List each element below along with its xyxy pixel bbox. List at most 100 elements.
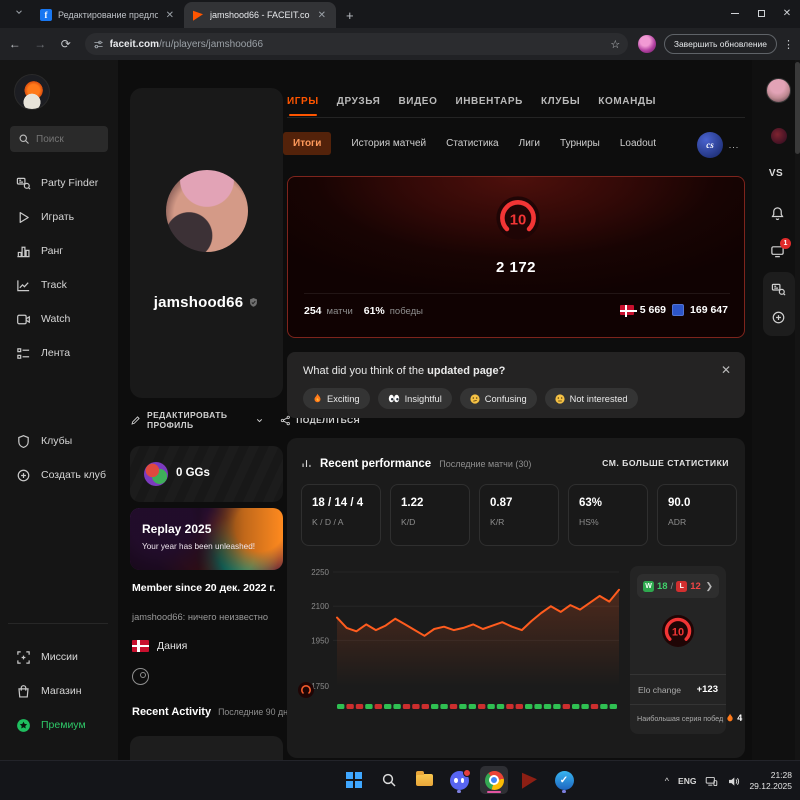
tab-игры[interactable]: ИГРЫ <box>287 96 319 116</box>
svg-text:1950: 1950 <box>311 636 329 645</box>
browser-tab[interactable]: fРедактирование предложени✕ <box>32 2 184 28</box>
stat-card-hs%: 63%HS% <box>568 484 648 546</box>
sidebar-item-watch[interactable]: Watch <box>0 302 118 336</box>
flame-icon <box>726 713 734 723</box>
recent-activity-card <box>130 736 283 760</box>
party-finder-icon[interactable] <box>771 282 786 297</box>
feedback-banner: What did you think of the updated page? … <box>287 352 745 418</box>
sidebar-item-магазин[interactable]: Магазин <box>0 674 118 708</box>
page-scrollbar[interactable] <box>795 60 800 760</box>
bookmark-star-icon[interactable]: ☆ <box>610 38 620 51</box>
back-button[interactable]: ← <box>4 33 26 55</box>
subtab-loadout[interactable]: Loadout <box>620 138 656 149</box>
hidden-icons-chevron[interactable]: ^ <box>665 776 669 786</box>
reload-button[interactable]: ⟳ <box>55 33 77 55</box>
tab-видео[interactable]: ВИДЕО <box>398 96 437 116</box>
matches-label: матчи <box>327 306 353 317</box>
forward-button[interactable]: → <box>30 33 52 55</box>
maximize-button[interactable] <box>748 0 774 26</box>
search-input[interactable] <box>36 134 96 145</box>
see-more-stats-link[interactable]: СМ. БОЛЬШЕ СТАТИСТИКИ <box>602 458 729 468</box>
feedback-options: Exciting Insightful Confusing Not intereste… <box>303 388 638 409</box>
elo-divider <box>304 293 730 294</box>
chrome-update-button[interactable]: Завершить обновление <box>664 34 777 54</box>
minimize-button[interactable] <box>722 0 748 26</box>
browser-tab[interactable]: jamshood66 - FACEIT.com✕ <box>184 2 336 28</box>
add-party-icon[interactable] <box>771 310 786 325</box>
elo-meta-left: 254 матчи 61% победы <box>304 305 423 317</box>
steam-icon[interactable] <box>132 668 149 685</box>
sidebar-item-играть[interactable]: Играть <box>0 200 118 234</box>
tab-инвентарь[interactable]: ИНВЕНТАРЬ <box>455 96 522 116</box>
win-loss-box[interactable]: W 18 / L 12 ❯ <box>637 574 719 598</box>
vs-label[interactable]: VS <box>752 168 800 179</box>
scrollbar-thumb[interactable] <box>795 62 800 154</box>
clock[interactable]: 21:28 29.12.2025 <box>749 770 792 793</box>
language-indicator[interactable]: ENG <box>678 776 696 786</box>
cs2-game-icon[interactable]: cs <box>697 132 723 158</box>
replay-2025-banner[interactable]: Replay 2025 Your year has been unleashed… <box>130 508 283 570</box>
right-rail: VS 1 <box>752 60 800 760</box>
sidebar-item-лента[interactable]: Лента <box>0 336 118 370</box>
sidebar-group-clubs: КлубыСоздать клуб <box>0 424 118 492</box>
ggs-card[interactable]: 0 GGs <box>130 446 283 502</box>
rail-user-avatar[interactable] <box>766 78 791 103</box>
file-explorer-icon[interactable] <box>410 766 438 794</box>
bell-icon[interactable] <box>770 206 785 221</box>
sidebar-item-клубы[interactable]: Клубы <box>0 424 118 458</box>
more-games-button[interactable]: ... <box>726 138 742 152</box>
tab-search-chevron-icon[interactable] <box>14 7 24 17</box>
tab-команды[interactable]: КОМАНДЫ <box>598 96 656 116</box>
rail-club-icon[interactable] <box>771 128 787 144</box>
tab-друзья[interactable]: ДРУЗЬЯ <box>337 96 381 116</box>
sidebar-item-ранг[interactable]: Ранг <box>0 234 118 268</box>
performance-header: Recent performance Последние матчи (30) <box>301 456 531 470</box>
windows-taskbar: ✓ ^ ENG 21:28 29.12.2025 <box>0 760 800 800</box>
steam-icon[interactable]: ✓ <box>550 766 578 794</box>
taskbar-icons: ✓ <box>340 766 578 794</box>
sidebar-item-создать-клуб[interactable]: Создать клуб <box>0 458 118 492</box>
feedback-close-icon[interactable]: ✕ <box>721 363 731 377</box>
elo-meta-right: 5 669 169 647 <box>620 304 728 316</box>
elo-panel: 10 2 172 254 матчи 61% победы 5 669 169 … <box>287 176 745 338</box>
sidebar-group-main: Party FinderИгратьРангTrackWatchЛента <box>0 166 118 370</box>
chrome-icon[interactable] <box>480 766 508 794</box>
new-tab-button[interactable]: + <box>346 6 354 23</box>
browser-menu-icon[interactable]: ⋮ <box>783 38 794 51</box>
profile-badge-icon <box>248 297 259 308</box>
network-icon[interactable] <box>705 775 718 788</box>
subtab-турниры[interactable]: Турниры <box>560 138 600 149</box>
sidebar-item-party-finder[interactable]: Party Finder <box>0 166 118 200</box>
watch-icon <box>16 312 31 327</box>
discord-icon[interactable] <box>445 766 473 794</box>
sidebar-item-track[interactable]: Track <box>0 268 118 302</box>
tab-close-icon[interactable]: ✕ <box>316 10 328 21</box>
create-club-icon <box>16 468 31 483</box>
subtab-лиги[interactable]: Лиги <box>519 138 540 149</box>
feedback-option-not-interested[interactable]: Not interested <box>545 388 638 409</box>
tab-close-icon[interactable]: ✕ <box>164 10 176 21</box>
edit-profile-button[interactable]: РЕДАКТИРОВАТЬ ПРОФИЛЬ <box>130 410 264 430</box>
subtab-итоги[interactable]: Итоги <box>283 132 331 155</box>
subtab-статистика[interactable]: Статистика <box>446 138 499 149</box>
close-button[interactable]: ✕ <box>774 0 800 26</box>
feedback-option-insightful[interactable]: Insightful <box>378 388 452 409</box>
sidebar-item-миссии[interactable]: Миссии <box>0 640 118 674</box>
tab-клубы[interactable]: КЛУБЫ <box>541 96 580 116</box>
taskbar-search-icon[interactable] <box>375 766 403 794</box>
stat-card-adr: 90.0ADR <box>657 484 737 546</box>
sidebar-search[interactable] <box>10 126 108 152</box>
sidebar-divider <box>8 623 108 624</box>
sidebar-item-премиум[interactable]: Премиум <box>0 708 118 742</box>
browser-profile-avatar[interactable] <box>638 35 656 53</box>
feedback-option-exciting[interactable]: Exciting <box>303 388 370 409</box>
subtab-история-матчей[interactable]: История матчей <box>351 138 426 149</box>
profile-avatar[interactable] <box>166 170 248 252</box>
windows-start-icon[interactable] <box>340 766 368 794</box>
faceit-app-icon[interactable] <box>515 766 543 794</box>
faceit-logo[interactable] <box>14 74 50 110</box>
feedback-option-confusing[interactable]: Confusing <box>460 388 537 409</box>
volume-icon[interactable] <box>727 775 740 788</box>
site-controls-icon[interactable] <box>93 39 104 50</box>
address-bar[interactable]: faceit.com/ru/players/jamshood66 ☆ <box>85 33 629 55</box>
